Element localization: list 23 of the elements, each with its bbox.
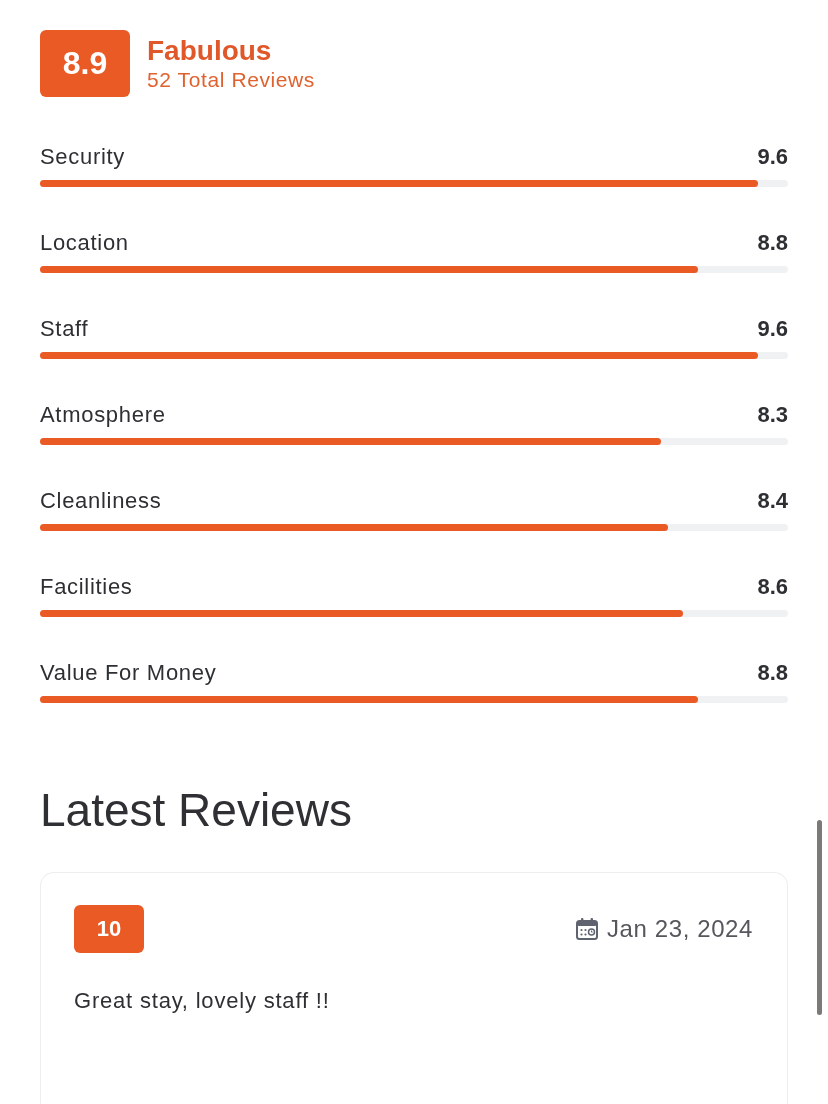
category-score: 8.4: [757, 488, 788, 514]
category-name: Staff: [40, 316, 89, 342]
category-name: Value For Money: [40, 660, 217, 686]
category-score: 9.6: [757, 316, 788, 342]
category-score: 8.3: [757, 402, 788, 428]
category-score: 8.8: [757, 660, 788, 686]
review-score-badge: 10: [74, 905, 144, 953]
rating-label: Fabulous: [147, 34, 273, 67]
category-name: Facilities: [40, 574, 133, 600]
calendar-icon: [575, 917, 599, 941]
category-name: Atmosphere: [40, 402, 166, 428]
category-score: 8.8: [757, 230, 788, 256]
category-name: Security: [40, 144, 126, 170]
category-name: Cleanliness: [40, 488, 162, 514]
section-heading: Latest Reviews: [40, 783, 353, 837]
overall-score-badge: 8.9: [40, 30, 130, 97]
review-text: Great stay, lovely staff !!: [74, 987, 331, 1015]
review-date: Jan 23, 2024: [607, 915, 753, 943]
category-name: Location: [40, 230, 129, 256]
category-score: 8.6: [757, 574, 788, 600]
category-score: 9.6: [757, 144, 788, 170]
scrollbar-thumb[interactable]: [817, 820, 822, 1015]
total-reviews-count: 52 Total Reviews: [147, 66, 315, 93]
